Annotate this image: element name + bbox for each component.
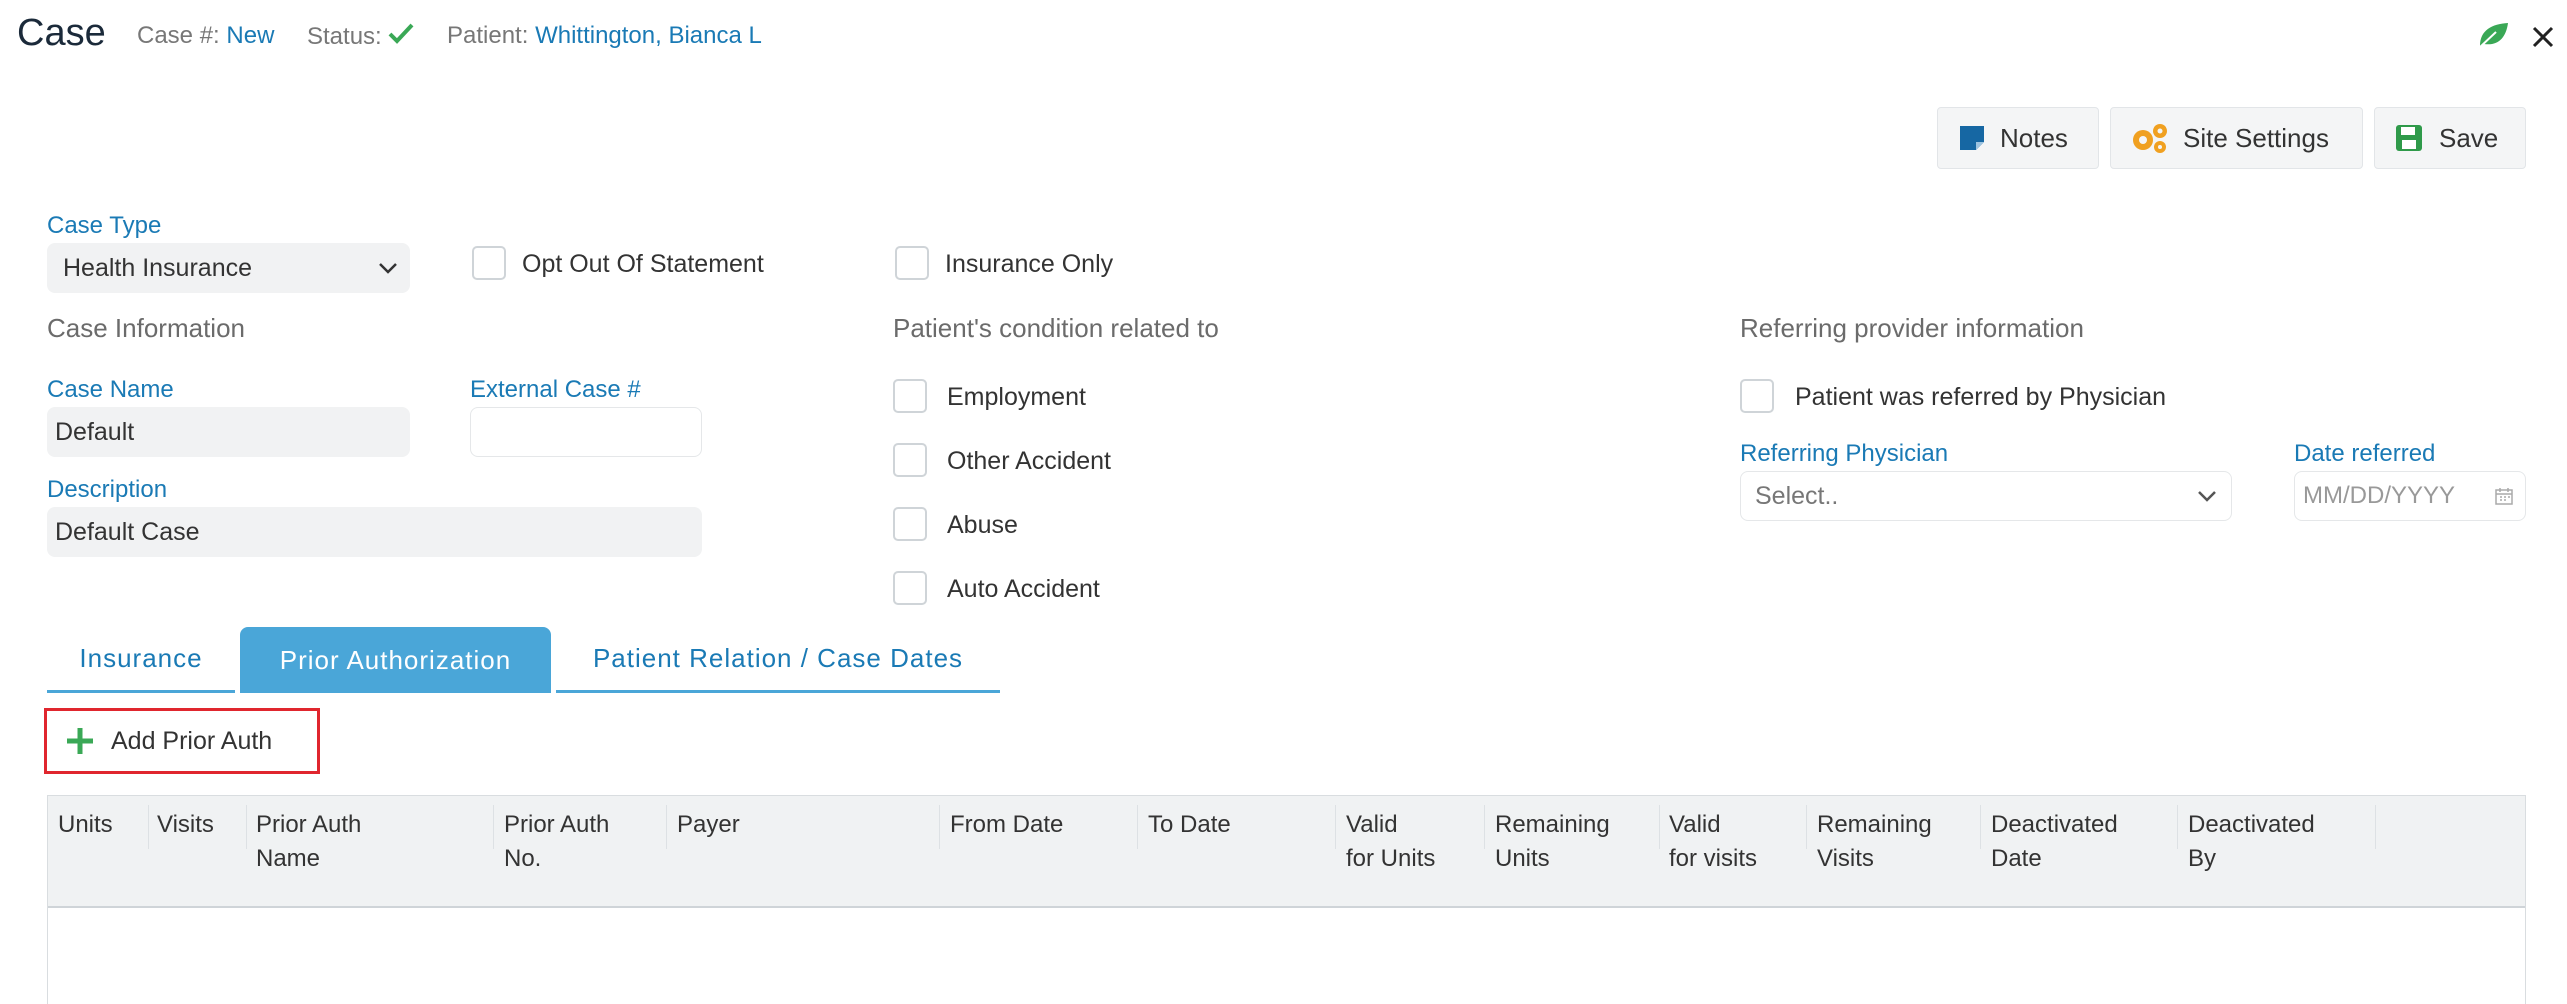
case-info-heading: Case Information (47, 313, 245, 343)
patient-label: Patient: (447, 22, 529, 49)
external-case-input[interactable] (470, 407, 702, 457)
prior-auth-table (47, 795, 2526, 1004)
site-settings-button[interactable]: Site Settings (2110, 107, 2363, 169)
plus-icon (65, 726, 95, 756)
page-title: Case (17, 12, 106, 54)
description-input[interactable]: Default Case (47, 507, 702, 557)
auto-accident-checkbox[interactable] (893, 571, 927, 605)
check-icon (388, 22, 414, 51)
add-prior-auth-label: Add Prior Auth (111, 726, 273, 755)
case-type-label: Case Type (47, 212, 162, 239)
col-visits[interactable]: Visits (157, 808, 214, 842)
tab-prior-authorization[interactable]: Prior Authorization (240, 627, 551, 693)
add-prior-auth-button[interactable]: Add Prior Auth (44, 708, 320, 774)
save-icon (2395, 124, 2423, 152)
notes-icon (1958, 124, 1986, 152)
referring-heading: Referring provider information (1740, 313, 2084, 343)
description-label: Description (47, 476, 168, 503)
status-label: Status: (307, 22, 382, 50)
table-header-row (48, 796, 2525, 908)
col-prior-auth-no[interactable]: Prior Auth No. (504, 808, 609, 876)
col-separator (1137, 805, 1138, 849)
abuse-label: Abuse (947, 511, 1018, 539)
chevron-down-icon (2197, 489, 2217, 503)
col-separator (1659, 805, 1660, 849)
save-button[interactable]: Save (2374, 107, 2526, 169)
col-remaining-visits[interactable]: Remaining Visits (1817, 808, 1932, 876)
case-name-label: Case Name (47, 376, 174, 403)
col-deactivated-date[interactable]: Deactivated Date (1991, 808, 2118, 876)
referred-by-physician-label: Patient was referred by Physician (1795, 383, 2167, 411)
employment-checkbox[interactable] (893, 379, 927, 413)
auto-accident-label: Auto Accident (947, 575, 1100, 603)
col-separator (1484, 805, 1485, 849)
date-referred-label: Date referred (2294, 440, 2436, 467)
abuse-checkbox[interactable] (893, 507, 927, 541)
site-settings-label: Site Settings (2183, 122, 2329, 153)
chevron-down-icon (378, 261, 398, 275)
case-type-value: Health Insurance (63, 253, 253, 282)
col-units[interactable]: Units (58, 808, 113, 842)
col-separator (1806, 805, 1807, 849)
referring-physician-label: Referring Physician (1740, 440, 1949, 467)
case-number-label: Case #: (137, 22, 220, 49)
col-separator (2177, 805, 2178, 849)
col-valid-for-units[interactable]: Valid for Units (1346, 808, 1435, 876)
tab-patient-relation-case-dates[interactable]: Patient Relation / Case Dates (556, 627, 1000, 693)
case-number-value: New (226, 22, 275, 49)
close-icon[interactable] (2530, 24, 2556, 57)
col-separator (246, 805, 247, 849)
col-to-date[interactable]: To Date (1148, 808, 1231, 842)
case-number: Case #: New (137, 22, 274, 50)
referring-physician-placeholder: Select.. (1755, 481, 1839, 510)
other-accident-label: Other Accident (947, 447, 1111, 475)
status: Status: (307, 22, 414, 51)
notes-button-label: Notes (2000, 122, 2068, 153)
col-separator (939, 805, 940, 849)
save-label: Save (2439, 122, 2499, 153)
date-referred-input[interactable]: MM/DD/YYYY (2294, 471, 2526, 521)
patient-link[interactable]: Whittington, Bianca L (535, 22, 762, 49)
employment-label: Employment (947, 383, 1086, 411)
patient: Patient: Whittington, Bianca L (447, 22, 762, 50)
col-valid-for-visits[interactable]: Valid for visits (1669, 808, 1757, 876)
col-from-date[interactable]: From Date (950, 808, 1063, 842)
col-separator (666, 805, 667, 849)
calendar-icon[interactable] (2495, 487, 2513, 505)
col-remaining-units[interactable]: Remaining Units (1495, 808, 1610, 876)
notes-button[interactable]: Notes (1937, 107, 2099, 169)
date-referred-placeholder: MM/DD/YYYY (2303, 482, 2456, 509)
opt-out-label: Opt Out Of Statement (522, 250, 764, 278)
leaf-icon (2476, 20, 2510, 57)
insurance-only-label: Insurance Only (945, 250, 1114, 278)
col-separator (1980, 805, 1981, 849)
case-name-input[interactable]: Default (47, 407, 410, 457)
external-case-label: External Case # (470, 376, 641, 403)
col-deactivated-by[interactable]: Deactivated By (2188, 808, 2315, 876)
opt-out-checkbox[interactable] (472, 246, 506, 280)
gears-icon (2129, 122, 2169, 154)
col-payer[interactable]: Payer (677, 808, 740, 842)
referred-by-physician-checkbox[interactable] (1740, 379, 1774, 413)
col-separator (1335, 805, 1336, 849)
col-prior-auth-name[interactable]: Prior Auth Name (256, 808, 361, 876)
referring-physician-select[interactable]: Select.. (1740, 471, 2232, 521)
case-type-select[interactable]: Health Insurance (47, 243, 410, 293)
condition-heading: Patient's condition related to (893, 313, 1219, 343)
other-accident-checkbox[interactable] (893, 443, 927, 477)
col-separator (493, 805, 494, 849)
col-separator (2375, 805, 2376, 849)
tab-insurance[interactable]: Insurance (47, 627, 235, 693)
col-separator (148, 805, 149, 849)
insurance-only-checkbox[interactable] (895, 246, 929, 280)
